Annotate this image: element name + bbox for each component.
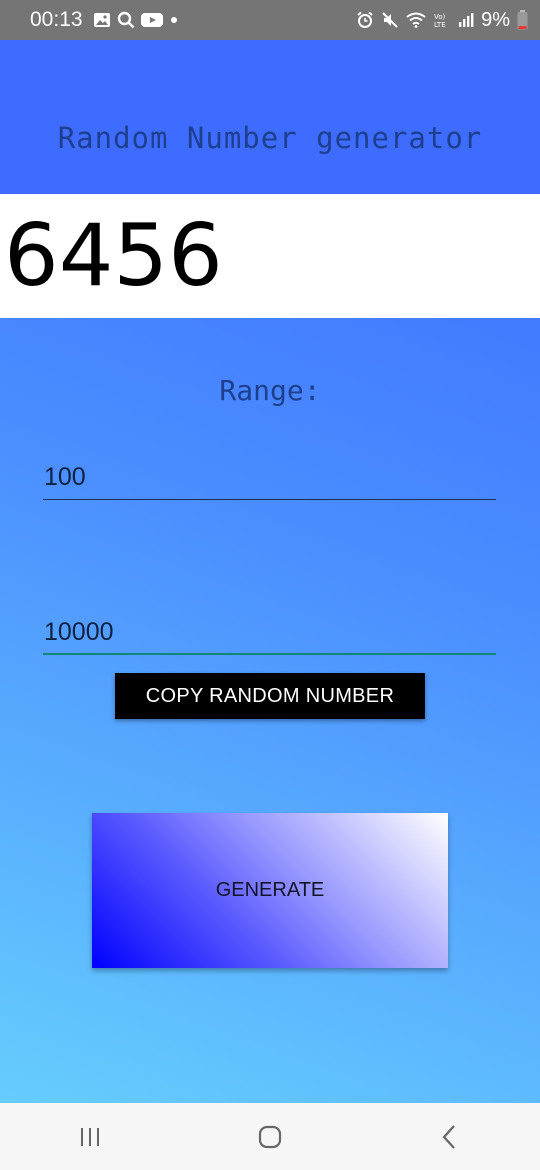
- max-range-input[interactable]: [43, 611, 496, 655]
- app-screen: Random Number generator 6456 Range: COPY…: [0, 40, 540, 1103]
- youtube-icon: [140, 12, 163, 28]
- title-bar: Random Number generator: [0, 40, 540, 194]
- copy-random-number-button[interactable]: COPY RANDOM NUMBER: [115, 673, 425, 719]
- min-range-input[interactable]: [43, 456, 496, 500]
- range-label: Range:: [219, 374, 321, 407]
- back-icon[interactable]: [420, 1112, 480, 1162]
- dot-icon: [169, 15, 179, 25]
- battery-icon: [517, 10, 528, 30]
- generate-button[interactable]: GENERATE: [92, 813, 448, 968]
- svg-text:Vo): Vo): [434, 13, 446, 21]
- recent-apps-icon[interactable]: [60, 1112, 120, 1162]
- status-time: 00:13: [30, 8, 83, 31]
- alarm-icon: [356, 11, 374, 29]
- result-display: 6456: [0, 194, 540, 318]
- navigation-bar: [0, 1103, 540, 1170]
- home-icon[interactable]: [240, 1112, 300, 1162]
- status-left-icons: [93, 11, 179, 29]
- app-title: Random Number generator: [57, 121, 483, 155]
- signal-icon: [458, 12, 474, 28]
- status-bar: 00:13 Vo) LTE 9%: [0, 0, 540, 40]
- gallery-icon: [93, 12, 111, 28]
- mute-icon: [381, 11, 399, 29]
- battery-percent: 9%: [481, 8, 510, 31]
- search-icon: [117, 11, 135, 29]
- volte-icon: Vo) LTE: [433, 11, 451, 29]
- status-right-icons: Vo) LTE 9%: [356, 9, 528, 32]
- wifi-icon: [406, 12, 426, 28]
- svg-text:LTE: LTE: [434, 21, 446, 29]
- random-number-value: 6456: [4, 206, 223, 306]
